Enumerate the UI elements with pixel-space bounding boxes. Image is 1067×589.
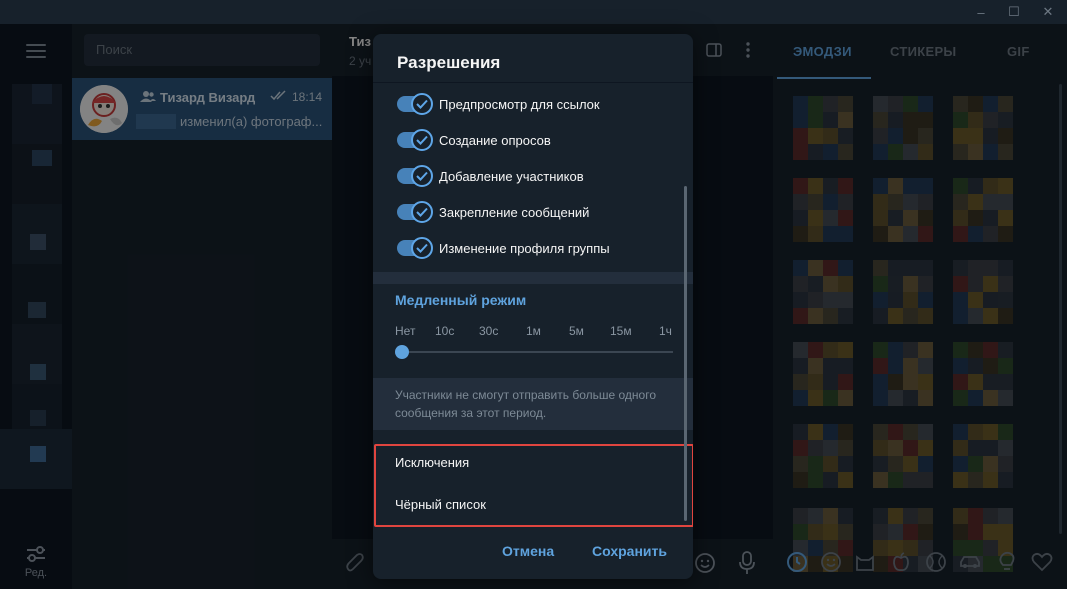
save-button[interactable]: Сохранить — [592, 543, 667, 559]
slow-mode-option[interactable]: 10с — [435, 324, 454, 338]
slow-mode-option[interactable]: 1ч — [659, 324, 672, 338]
minimize-button[interactable]: – — [964, 0, 998, 24]
check-icon — [416, 207, 428, 217]
title-bar: – ☐ ✕ — [0, 0, 1067, 24]
toggle-switch[interactable] — [397, 129, 433, 151]
slow-mode-option[interactable]: 1м — [526, 324, 541, 338]
cancel-button[interactable]: Отмена — [502, 543, 554, 559]
divider — [373, 82, 693, 83]
permission-pin-messages[interactable]: Закрепление сообщений — [397, 201, 589, 223]
permission-change-info[interactable]: Изменение профиля группы — [397, 237, 610, 259]
check-icon — [416, 243, 428, 253]
check-icon — [416, 135, 428, 145]
close-window-button[interactable]: ✕ — [1031, 0, 1065, 24]
permission-polls[interactable]: Создание опросов — [397, 129, 551, 151]
toggle-switch[interactable] — [397, 201, 433, 223]
slow-mode-slider-track[interactable] — [402, 351, 673, 353]
permission-link-preview[interactable]: Предпросмотр для ссылок — [397, 93, 600, 115]
section-separator — [373, 272, 693, 284]
highlight-box — [374, 444, 693, 527]
slow-mode-note: Участники не смогут отправить больше одн… — [373, 378, 693, 430]
dialog-title: Разрешения — [397, 53, 501, 72]
permission-label: Предпросмотр для ссылок — [439, 96, 600, 112]
slow-mode-scale: Нет 10с 30с 1м 5м 15м 1ч — [395, 324, 673, 340]
permission-add-members[interactable]: Добавление участников — [397, 165, 584, 187]
permissions-dialog: Разрешения Предпросмотр для ссылок Созда… — [373, 34, 693, 579]
check-icon — [416, 99, 428, 109]
permission-label: Закрепление сообщений — [439, 204, 590, 220]
slow-mode-title: Медленный режим — [395, 292, 527, 308]
toggle-switch[interactable] — [397, 237, 433, 259]
dialog-scrollbar[interactable] — [684, 186, 687, 521]
slow-mode-slider-handle[interactable] — [395, 345, 409, 359]
maximize-button[interactable]: ☐ — [997, 0, 1031, 24]
slow-mode-option[interactable]: Нет — [395, 324, 415, 338]
toggle-switch[interactable] — [397, 165, 433, 187]
permission-label: Добавление участников — [439, 168, 584, 184]
telegram-window: – ☐ ✕ Ред. Поиск Тизард Визард 18:14 изм… — [0, 0, 1067, 589]
permission-label: Создание опросов — [439, 132, 551, 148]
slow-mode-option[interactable]: 30с — [479, 324, 498, 338]
permission-label: Изменение профиля группы — [439, 240, 610, 256]
slow-mode-option[interactable]: 15м — [610, 324, 632, 338]
slow-mode-option[interactable]: 5м — [569, 324, 584, 338]
toggle-switch[interactable] — [397, 93, 433, 115]
check-icon — [416, 171, 428, 181]
